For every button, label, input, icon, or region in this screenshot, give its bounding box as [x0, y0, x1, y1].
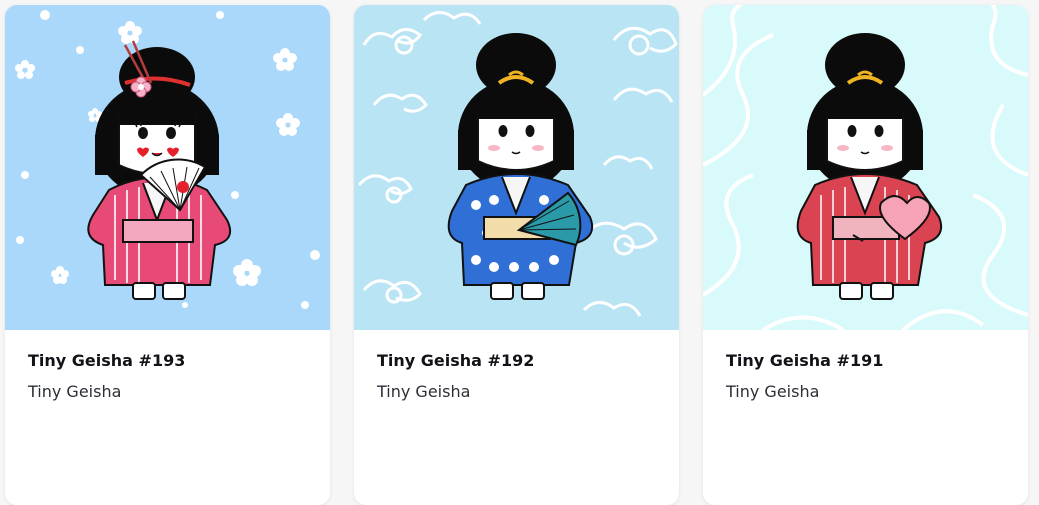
card-info: Tiny Geisha #193 Tiny Geisha: [28, 350, 318, 403]
collection-name[interactable]: Tiny Geisha: [377, 381, 667, 403]
nft-image[interactable]: [5, 5, 330, 330]
nft-title[interactable]: Tiny Geisha #193: [28, 350, 318, 372]
card-info: Tiny Geisha #191 Tiny Geisha: [726, 350, 1016, 403]
nft-card[interactable]: Tiny Geisha #192 Tiny Geisha: [354, 5, 679, 505]
geisha-artwork: [354, 5, 679, 330]
nft-card[interactable]: Tiny Geisha #191 Tiny Geisha: [703, 5, 1028, 505]
nft-card[interactable]: Tiny Geisha #193 Tiny Geisha: [5, 5, 330, 505]
geisha-artwork: [703, 5, 1028, 330]
nft-image[interactable]: [703, 5, 1028, 330]
nft-card-grid: Tiny Geisha #193 Tiny Geisha Tiny Geisha…: [0, 0, 1039, 505]
nft-title[interactable]: Tiny Geisha #192: [377, 350, 667, 372]
nft-image[interactable]: [354, 5, 679, 330]
collection-name[interactable]: Tiny Geisha: [28, 381, 318, 403]
geisha-artwork: [5, 5, 330, 330]
nft-title[interactable]: Tiny Geisha #191: [726, 350, 1016, 372]
card-info: Tiny Geisha #192 Tiny Geisha: [377, 350, 667, 403]
collection-name[interactable]: Tiny Geisha: [726, 381, 1016, 403]
